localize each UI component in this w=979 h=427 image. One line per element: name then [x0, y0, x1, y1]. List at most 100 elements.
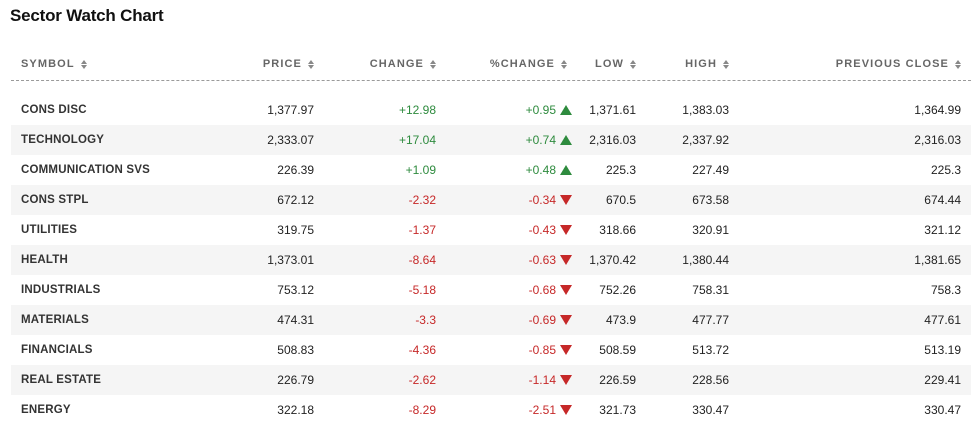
high-cell: 227.49 — [692, 163, 729, 177]
previous-close-cell: 1,381.65 — [914, 253, 961, 267]
high-cell: 1,380.44 — [682, 253, 729, 267]
table-row[interactable]: INDUSTRIALS 753.12 -5.18 -0.68 752.26 758.31 7… — [11, 275, 971, 305]
table-row[interactable]: ENERGY 322.18 -8.29 -2.51 321.73 330.47 330.47 — [11, 395, 971, 425]
sector-table: SYMBOL PRICE CHANGE %CHANGE LOW HIGH PRE… — [11, 48, 971, 425]
triangle-up-icon — [560, 165, 572, 175]
column-header-symbol[interactable]: SYMBOL — [11, 58, 211, 70]
price-cell: 1,373.01 — [267, 253, 314, 267]
previous-close-cell: 229.41 — [924, 373, 961, 387]
pct-change-value: -0.34 — [528, 193, 556, 207]
table-row[interactable]: COMMUNICATION SVS 226.39 +1.09 +0.48 225.3 22… — [11, 155, 971, 185]
pct-change-cell: -0.63 — [446, 253, 577, 267]
table-row[interactable]: MATERIALS 474.31 -3.3 -0.69 473.9 477.77 477.6… — [11, 305, 971, 335]
previous-close-cell: 330.47 — [924, 403, 961, 417]
change-cell: -1.37 — [408, 223, 436, 237]
price-cell: 2,333.07 — [267, 133, 314, 147]
column-label: SYMBOL — [21, 58, 75, 70]
symbol-cell[interactable]: CONS STPL — [11, 194, 211, 206]
price-cell: 1,377.97 — [267, 103, 314, 117]
pct-change-cell: -2.51 — [446, 403, 577, 417]
pct-change-cell: +0.74 — [446, 133, 577, 147]
low-cell: 321.73 — [599, 403, 636, 417]
change-cell: -8.29 — [408, 403, 436, 417]
symbol-cell[interactable]: ENERGY — [11, 404, 211, 416]
previous-close-cell: 2,316.03 — [914, 133, 961, 147]
table-row[interactable]: HEALTH 1,373.01 -8.64 -0.63 1,370.42 1,380.44… — [11, 245, 971, 275]
change-cell: -4.36 — [408, 343, 436, 357]
low-cell: 473.9 — [605, 313, 636, 327]
price-cell: 474.31 — [277, 313, 314, 327]
column-header-previous-close[interactable]: PREVIOUS CLOSE — [739, 58, 971, 70]
column-label: HIGH — [685, 58, 717, 70]
high-cell: 513.72 — [692, 343, 729, 357]
pct-change-cell: +0.48 — [446, 163, 577, 177]
column-header-high[interactable]: HIGH — [646, 58, 739, 70]
triangle-down-icon — [560, 255, 572, 265]
table-row[interactable]: UTILITIES 319.75 -1.37 -0.43 318.66 320.91 321… — [11, 215, 971, 245]
pct-change-value: +0.74 — [525, 133, 556, 147]
high-cell: 320.91 — [692, 223, 729, 237]
triangle-down-icon — [560, 315, 572, 325]
symbol-cell[interactable]: FINANCIALS — [11, 344, 211, 356]
triangle-up-icon — [560, 105, 572, 115]
low-cell: 1,370.42 — [589, 253, 636, 267]
table-row[interactable]: REAL ESTATE 226.79 -2.62 -1.14 226.59 228.56 2… — [11, 365, 971, 395]
table-row[interactable]: TECHNOLOGY 2,333.07 +17.04 +0.74 2,316.03 2,3… — [11, 125, 971, 155]
high-cell: 673.58 — [692, 193, 729, 207]
low-cell: 2,316.03 — [589, 133, 636, 147]
triangle-down-icon — [560, 375, 572, 385]
change-cell: -2.62 — [408, 373, 436, 387]
table-row[interactable]: FINANCIALS 508.83 -4.36 -0.85 508.59 513.72 51… — [11, 335, 971, 365]
pct-change-value: -2.51 — [528, 403, 556, 417]
pct-change-value: -0.68 — [528, 283, 556, 297]
symbol-cell[interactable]: MATERIALS — [11, 314, 211, 326]
column-label: PREVIOUS CLOSE — [835, 58, 949, 70]
symbol-cell[interactable]: TECHNOLOGY — [11, 134, 211, 146]
column-header-price[interactable]: PRICE — [211, 58, 324, 70]
previous-close-cell: 321.12 — [924, 223, 961, 237]
previous-close-cell: 1,364.99 — [914, 103, 961, 117]
pct-change-value: -0.69 — [528, 313, 556, 327]
symbol-cell[interactable]: CONS DISC — [11, 104, 211, 116]
page-title: Sector Watch Chart — [10, 6, 164, 25]
low-cell: 1,371.61 — [589, 103, 636, 117]
sort-icon — [308, 59, 314, 69]
symbol-cell[interactable]: COMMUNICATION SVS — [11, 164, 211, 176]
sort-icon — [630, 59, 636, 69]
column-header-change[interactable]: CHANGE — [324, 58, 446, 70]
high-cell: 1,383.03 — [682, 103, 729, 117]
previous-close-cell: 674.44 — [924, 193, 961, 207]
pct-change-value: -0.63 — [528, 253, 556, 267]
symbol-cell[interactable]: HEALTH — [11, 254, 211, 266]
sort-icon — [561, 59, 567, 69]
table-row[interactable]: CONS DISC 1,377.97 +12.98 +0.95 1,371.61 1,38… — [11, 95, 971, 125]
symbol-cell[interactable]: INDUSTRIALS — [11, 284, 211, 296]
previous-close-cell: 477.61 — [924, 313, 961, 327]
column-header-low[interactable]: LOW — [577, 58, 646, 70]
high-cell: 228.56 — [692, 373, 729, 387]
triangle-down-icon — [560, 225, 572, 235]
triangle-down-icon — [560, 405, 572, 415]
change-cell: -5.18 — [408, 283, 436, 297]
change-cell: +17.04 — [398, 133, 436, 147]
previous-close-cell: 513.19 — [924, 343, 961, 357]
table-row[interactable]: CONS STPL 672.12 -2.32 -0.34 670.5 673.58 674.… — [11, 185, 971, 215]
pct-change-cell: +0.95 — [446, 103, 577, 117]
pct-change-cell: -0.34 — [446, 193, 577, 207]
high-cell: 2,337.92 — [682, 133, 729, 147]
low-cell: 508.59 — [599, 343, 636, 357]
change-cell: -2.32 — [408, 193, 436, 207]
column-header-pct-change[interactable]: %CHANGE — [446, 58, 577, 70]
change-cell: +12.98 — [398, 103, 436, 117]
price-cell: 672.12 — [277, 193, 314, 207]
pct-change-value: -0.43 — [528, 223, 556, 237]
symbol-cell[interactable]: REAL ESTATE — [11, 374, 211, 386]
low-cell: 225.3 — [605, 163, 636, 177]
triangle-up-icon — [560, 135, 572, 145]
change-cell: -3.3 — [415, 313, 436, 327]
column-label: LOW — [595, 58, 624, 70]
triangle-down-icon — [560, 285, 572, 295]
pct-change-cell: -0.69 — [446, 313, 577, 327]
symbol-cell[interactable]: UTILITIES — [11, 224, 211, 236]
pct-change-cell: -0.85 — [446, 343, 577, 357]
